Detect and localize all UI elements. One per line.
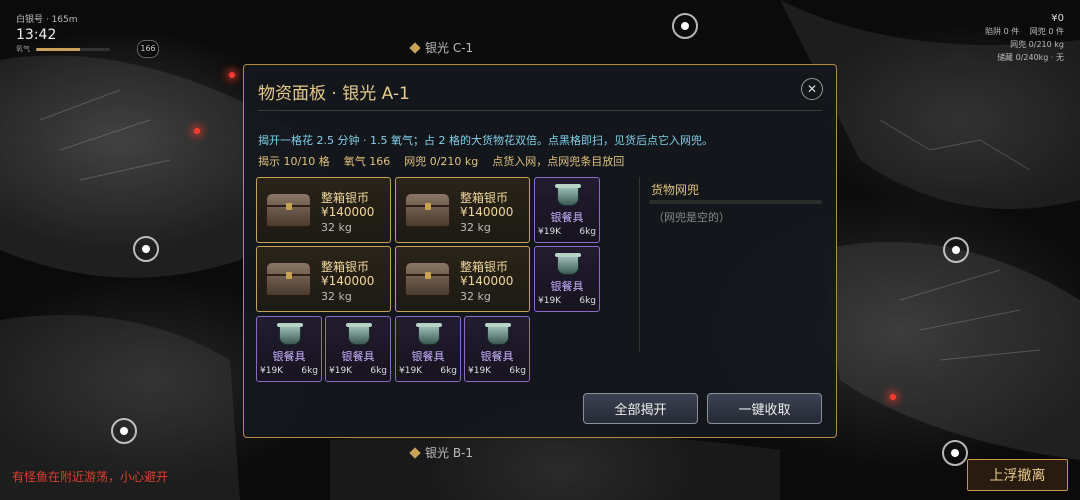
item-name: 银餐具 (411, 350, 445, 363)
monster-red-dot (229, 72, 235, 78)
item-weight: 32 kg (321, 290, 352, 303)
diamond-icon (409, 446, 421, 459)
item-value: ¥140000 (321, 274, 375, 288)
item-name: 银餐具 (550, 280, 584, 293)
loot-item-silver-chest[interactable]: 整箱银币 ¥140000 32 kg (256, 177, 391, 243)
silverware-icon (416, 323, 442, 345)
item-value: ¥140000 (321, 205, 375, 219)
reveal-all-button[interactable]: 全部揭开 (583, 393, 698, 424)
storage-capacity: 储藏 0/240kg · 无 (997, 53, 1064, 62)
item-name: 银餐具 (341, 350, 375, 363)
net-capacity: 网兜 0/210 kg (1010, 40, 1064, 49)
net-panel-title: 货物网兜 (651, 183, 700, 197)
item-weight: 32 kg (460, 221, 491, 234)
loot-item-silverware[interactable]: 银餐具 ¥19K 6kg (534, 246, 600, 312)
money-counter: ¥0 (1051, 13, 1064, 24)
hint-text: 点货入网，点网兜条目放回 (492, 155, 625, 168)
monster-red-dot (194, 128, 200, 134)
region-name: 银光 B-1 (425, 446, 474, 460)
loot-item-silverware[interactable]: 银餐具 ¥19K 6kg (325, 316, 391, 382)
game-map: 白银号 · 165m 13:42 氧气 166 ¥0 陷阱 0 件 网兜 0 件… (0, 0, 1080, 500)
item-value: ¥19K (399, 366, 423, 376)
net-stat: 网兜 0/210 kg (404, 155, 479, 168)
chest-icon (405, 262, 450, 296)
ship-info: 白银号 · 165m (16, 15, 78, 25)
inventory-hud: ¥0 陷阱 0 件 网兜 0 件 网兜 0/210 kg 储藏 0/240kg … (985, 12, 1064, 64)
trap-net-count: 陷阱 0 件 网兜 0 件 (985, 27, 1064, 36)
silverware-icon (346, 323, 372, 345)
item-weight: 6kg (509, 366, 526, 376)
oxygen-label: 氧气 (16, 45, 30, 53)
loot-item-silver-chest[interactable]: 整箱银币 ¥140000 32 kg (395, 177, 530, 243)
item-name: 银餐具 (272, 350, 306, 363)
item-value: ¥19K (468, 366, 492, 376)
diamond-icon (409, 41, 421, 54)
item-weight: 6kg (579, 227, 596, 237)
supply-panel-dialog: 物资面板 · 银光 A-1 ✕ 揭开一格花 2.5 分钟 · 1.5 氧气；占 … (243, 64, 837, 438)
loot-item-silverware[interactable]: 银餐具 ¥19K 6kg (256, 316, 322, 382)
item-value: ¥140000 (460, 205, 514, 219)
region-label-top[interactable]: 银光 C-1 (409, 39, 474, 56)
item-name: 整箱银币 (460, 191, 509, 205)
loot-item-silverware[interactable]: 银餐具 ¥19K 6kg (395, 316, 461, 382)
item-weight: 6kg (579, 296, 596, 306)
monster-warning: 有怪鱼在附近游荡，小心避开 (12, 470, 169, 484)
loot-item-silver-chest[interactable]: 整箱银币 ¥140000 32 kg (256, 246, 391, 312)
item-value: ¥140000 (460, 274, 514, 288)
silverware-icon (277, 323, 303, 345)
item-value: ¥19K (538, 296, 562, 306)
item-name: 整箱银币 (460, 260, 509, 274)
chest-icon (266, 193, 311, 227)
item-name: 整箱银币 (321, 191, 370, 205)
map-node-marker[interactable] (942, 440, 968, 466)
close-icon: ✕ (806, 82, 818, 96)
item-name: 银餐具 (550, 211, 584, 224)
silverware-icon (555, 253, 581, 275)
item-name: 银餐具 (480, 350, 514, 363)
loot-item-silver-chest[interactable]: 整箱银币 ¥140000 32 kg (395, 246, 530, 312)
item-value: ¥19K (329, 366, 353, 376)
dialog-title: 物资面板 · 银光 A-1 (258, 84, 410, 104)
instructions: 揭开一格花 2.5 分钟 · 1.5 氧气；占 2 格的大货物花双倍。点黑格即扫… (258, 134, 713, 147)
oxygen-bar-fill (36, 47, 81, 51)
map-node-marker[interactable] (133, 236, 159, 262)
map-node-marker[interactable] (111, 418, 137, 444)
panel-stats: 揭示 10/10 格 氧气 166 网兜 0/210 kg 点货入网，点网兜条目… (258, 153, 624, 169)
loot-item-silverware[interactable]: 银餐具 ¥19K 6kg (534, 177, 600, 243)
map-node-marker[interactable] (672, 13, 698, 39)
net-capacity-bar (649, 200, 822, 204)
region-label-bottom[interactable]: 银光 B-1 (409, 444, 474, 461)
map-node-marker[interactable] (943, 237, 969, 263)
item-value: ¥19K (538, 227, 562, 237)
item-name: 整箱银币 (321, 260, 370, 274)
monster-red-dot (890, 394, 896, 400)
item-weight: 6kg (370, 366, 387, 376)
silverware-icon (485, 323, 511, 345)
divider (258, 110, 822, 111)
net-divider (639, 177, 640, 352)
revealed-count: 揭示 10/10 格 (258, 155, 330, 168)
item-value: ¥19K (260, 366, 284, 376)
net-empty-text: （网兜是空的） (653, 211, 730, 224)
chest-icon (266, 262, 311, 296)
oxygen-bar (36, 47, 110, 51)
depth-badge: 166 (137, 40, 159, 58)
item-weight: 6kg (440, 366, 457, 376)
item-weight: 32 kg (460, 290, 491, 303)
loot-item-silverware[interactable]: 银餐具 ¥19K 6kg (464, 316, 530, 382)
ascend-button[interactable]: 上浮撤离 (967, 459, 1068, 491)
close-button[interactable]: ✕ (801, 78, 823, 100)
item-weight: 6kg (301, 366, 318, 376)
item-weight: 32 kg (321, 221, 352, 234)
region-name: 银光 C-1 (425, 41, 474, 55)
oxygen-stat: 氧气 166 (343, 155, 391, 168)
silverware-icon (555, 184, 581, 206)
collect-all-button[interactable]: 一键收取 (707, 393, 822, 424)
chest-icon (405, 193, 450, 227)
